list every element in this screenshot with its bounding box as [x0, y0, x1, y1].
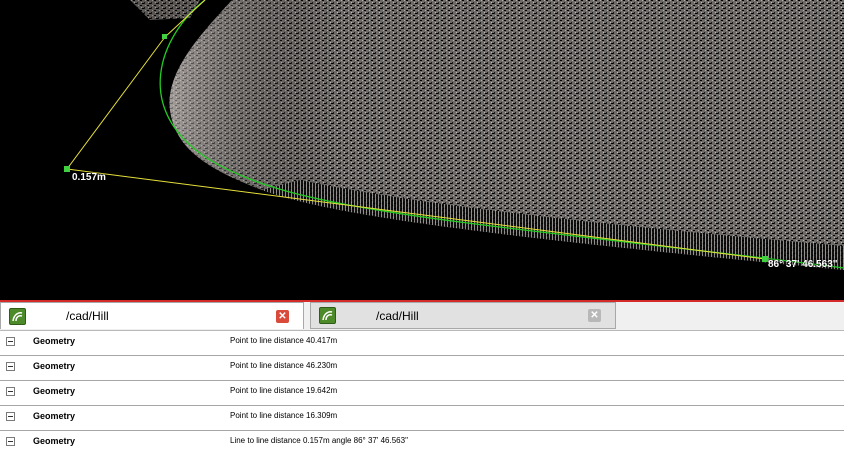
point-cloud-fragment: [130, 0, 200, 20]
vertex-handle: [162, 34, 167, 39]
collapse-icon[interactable]: [6, 387, 15, 396]
list-item[interactable]: Geometry Point to line distance 40.417m: [0, 331, 844, 356]
distance-annotation: 0.157m: [72, 172, 106, 183]
vertex-handle: [64, 166, 70, 172]
item-description: Point to line distance 40.417m: [230, 336, 338, 345]
item-name: Geometry: [33, 361, 76, 371]
item-description: Line to line distance 0.157m angle 86° 3…: [230, 436, 408, 445]
collapse-icon[interactable]: [6, 437, 15, 446]
layer-icon: [319, 307, 336, 324]
close-icon[interactable]: ✕: [276, 309, 289, 323]
close-icon[interactable]: ✕: [588, 309, 601, 322]
item-description: Point to line distance 16.309m: [230, 411, 338, 420]
point-cloud-scene[interactable]: [0, 0, 844, 300]
list-item[interactable]: Geometry Point to line distance 16.309m: [0, 406, 844, 431]
list-item[interactable]: Geometry Line to line distance 0.157m an…: [0, 431, 844, 455]
3d-viewport[interactable]: 0.157m 86° 37' 46.563": [0, 0, 844, 300]
item-name: Geometry: [33, 436, 76, 446]
list-item[interactable]: Geometry Point to line distance 46.230m: [0, 356, 844, 381]
measurement-results-list: Geometry Point to line distance 40.417m …: [0, 331, 844, 455]
tab-title: /cad/Hill: [376, 308, 419, 323]
angle-annotation: 86° 37' 46.563": [768, 259, 838, 270]
item-description: Point to line distance 46.230m: [230, 361, 338, 370]
collapse-icon[interactable]: [6, 412, 15, 421]
tab-cad-hill-inactive[interactable]: /cad/Hill ✕: [310, 302, 616, 329]
document-tab-bar: /cad/Hill ✕ /cad/Hill ✕: [0, 302, 844, 331]
tab-cad-hill-active[interactable]: /cad/Hill ✕: [0, 302, 304, 329]
item-name: Geometry: [33, 386, 76, 396]
item-name: Geometry: [33, 336, 76, 346]
collapse-icon[interactable]: [6, 337, 15, 346]
item-name: Geometry: [33, 411, 76, 421]
list-item[interactable]: Geometry Point to line distance 19.642m: [0, 381, 844, 406]
tab-title: /cad/Hill: [66, 309, 109, 323]
collapse-icon[interactable]: [6, 362, 15, 371]
item-description: Point to line distance 19.642m: [230, 386, 338, 395]
layer-icon: [9, 307, 26, 325]
